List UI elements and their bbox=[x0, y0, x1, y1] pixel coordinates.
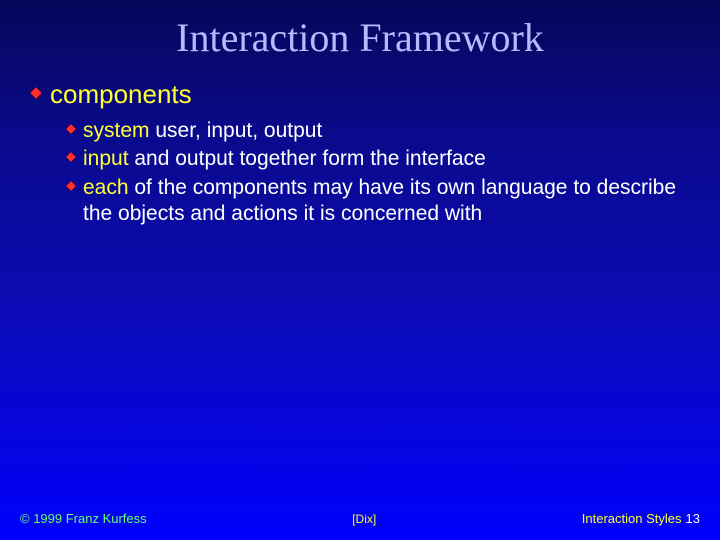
slide-content: components system user, input, output in… bbox=[0, 61, 720, 227]
diamond-bullet-icon bbox=[66, 124, 76, 134]
bullet-l2-lead: system bbox=[83, 119, 150, 142]
bullet-l2-rest: and output together form the interface bbox=[129, 147, 486, 170]
bullet-l1-lead: components bbox=[50, 79, 192, 110]
page-indicator: Interaction Styles 13 bbox=[582, 511, 700, 526]
bullet-level2: each of the components may have its own … bbox=[66, 175, 690, 228]
page-label: Interaction Styles bbox=[582, 511, 682, 526]
bullet-l2-text: input and output together form the inter… bbox=[83, 146, 690, 172]
bullet-l2-rest: of the components may have its own langu… bbox=[83, 176, 676, 225]
diamond-bullet-icon bbox=[66, 152, 76, 162]
bullet-l2-rest: user, input, output bbox=[150, 119, 323, 142]
bullet-l2-lead: input bbox=[83, 147, 129, 170]
citation-text: [Dix] bbox=[352, 512, 376, 526]
bullet-l2-lead: each bbox=[83, 176, 129, 199]
bullet-l2-text: each of the components may have its own … bbox=[83, 175, 690, 228]
diamond-bullet-icon bbox=[66, 181, 76, 191]
bullet-level1: components bbox=[30, 79, 690, 110]
slide-title: Interaction Framework bbox=[0, 0, 720, 61]
copyright-text: © 1999 Franz Kurfess bbox=[20, 511, 147, 526]
bullet-l2-text: system user, input, output bbox=[83, 118, 690, 144]
bullet-level2: input and output together form the inter… bbox=[66, 146, 690, 172]
sub-bullet-list: system user, input, output input and out… bbox=[30, 116, 690, 227]
slide-footer: © 1999 Franz Kurfess [Dix] Interaction S… bbox=[0, 511, 720, 526]
bullet-level2: system user, input, output bbox=[66, 118, 690, 144]
page-number: 13 bbox=[686, 511, 700, 526]
slide: Interaction Framework components system … bbox=[0, 0, 720, 540]
diamond-bullet-icon bbox=[30, 87, 42, 99]
